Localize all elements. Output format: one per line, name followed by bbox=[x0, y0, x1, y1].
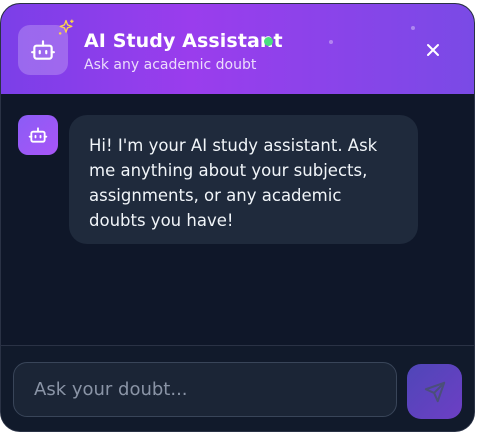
chat-header: AI Study Assistant Ask any academic doub… bbox=[1, 4, 474, 94]
decorative-dot bbox=[411, 26, 415, 30]
page-title: AI Study Assistant bbox=[84, 30, 283, 52]
sparkle-icon bbox=[58, 19, 74, 35]
message-list: Hi! I'm your AI study assistant. Ask me … bbox=[1, 94, 474, 344]
decorative-dot bbox=[329, 40, 333, 44]
composer bbox=[1, 345, 474, 431]
chat-widget: AI Study Assistant Ask any academic doub… bbox=[0, 3, 475, 432]
header-subtitle: Ask any academic doubt bbox=[84, 57, 257, 73]
close-icon bbox=[427, 44, 439, 56]
bot-message-bubble: Hi! I'm your AI study assistant. Ask me … bbox=[69, 115, 418, 244]
send-icon bbox=[424, 381, 445, 402]
online-status-dot bbox=[264, 37, 273, 46]
send-button[interactable] bbox=[407, 364, 462, 419]
bot-avatar bbox=[18, 115, 58, 155]
message-input[interactable] bbox=[14, 363, 396, 416]
robot-icon bbox=[31, 40, 55, 60]
close-button[interactable] bbox=[421, 38, 445, 62]
message-input-wrapper bbox=[13, 362, 397, 417]
robot-icon bbox=[28, 127, 48, 143]
